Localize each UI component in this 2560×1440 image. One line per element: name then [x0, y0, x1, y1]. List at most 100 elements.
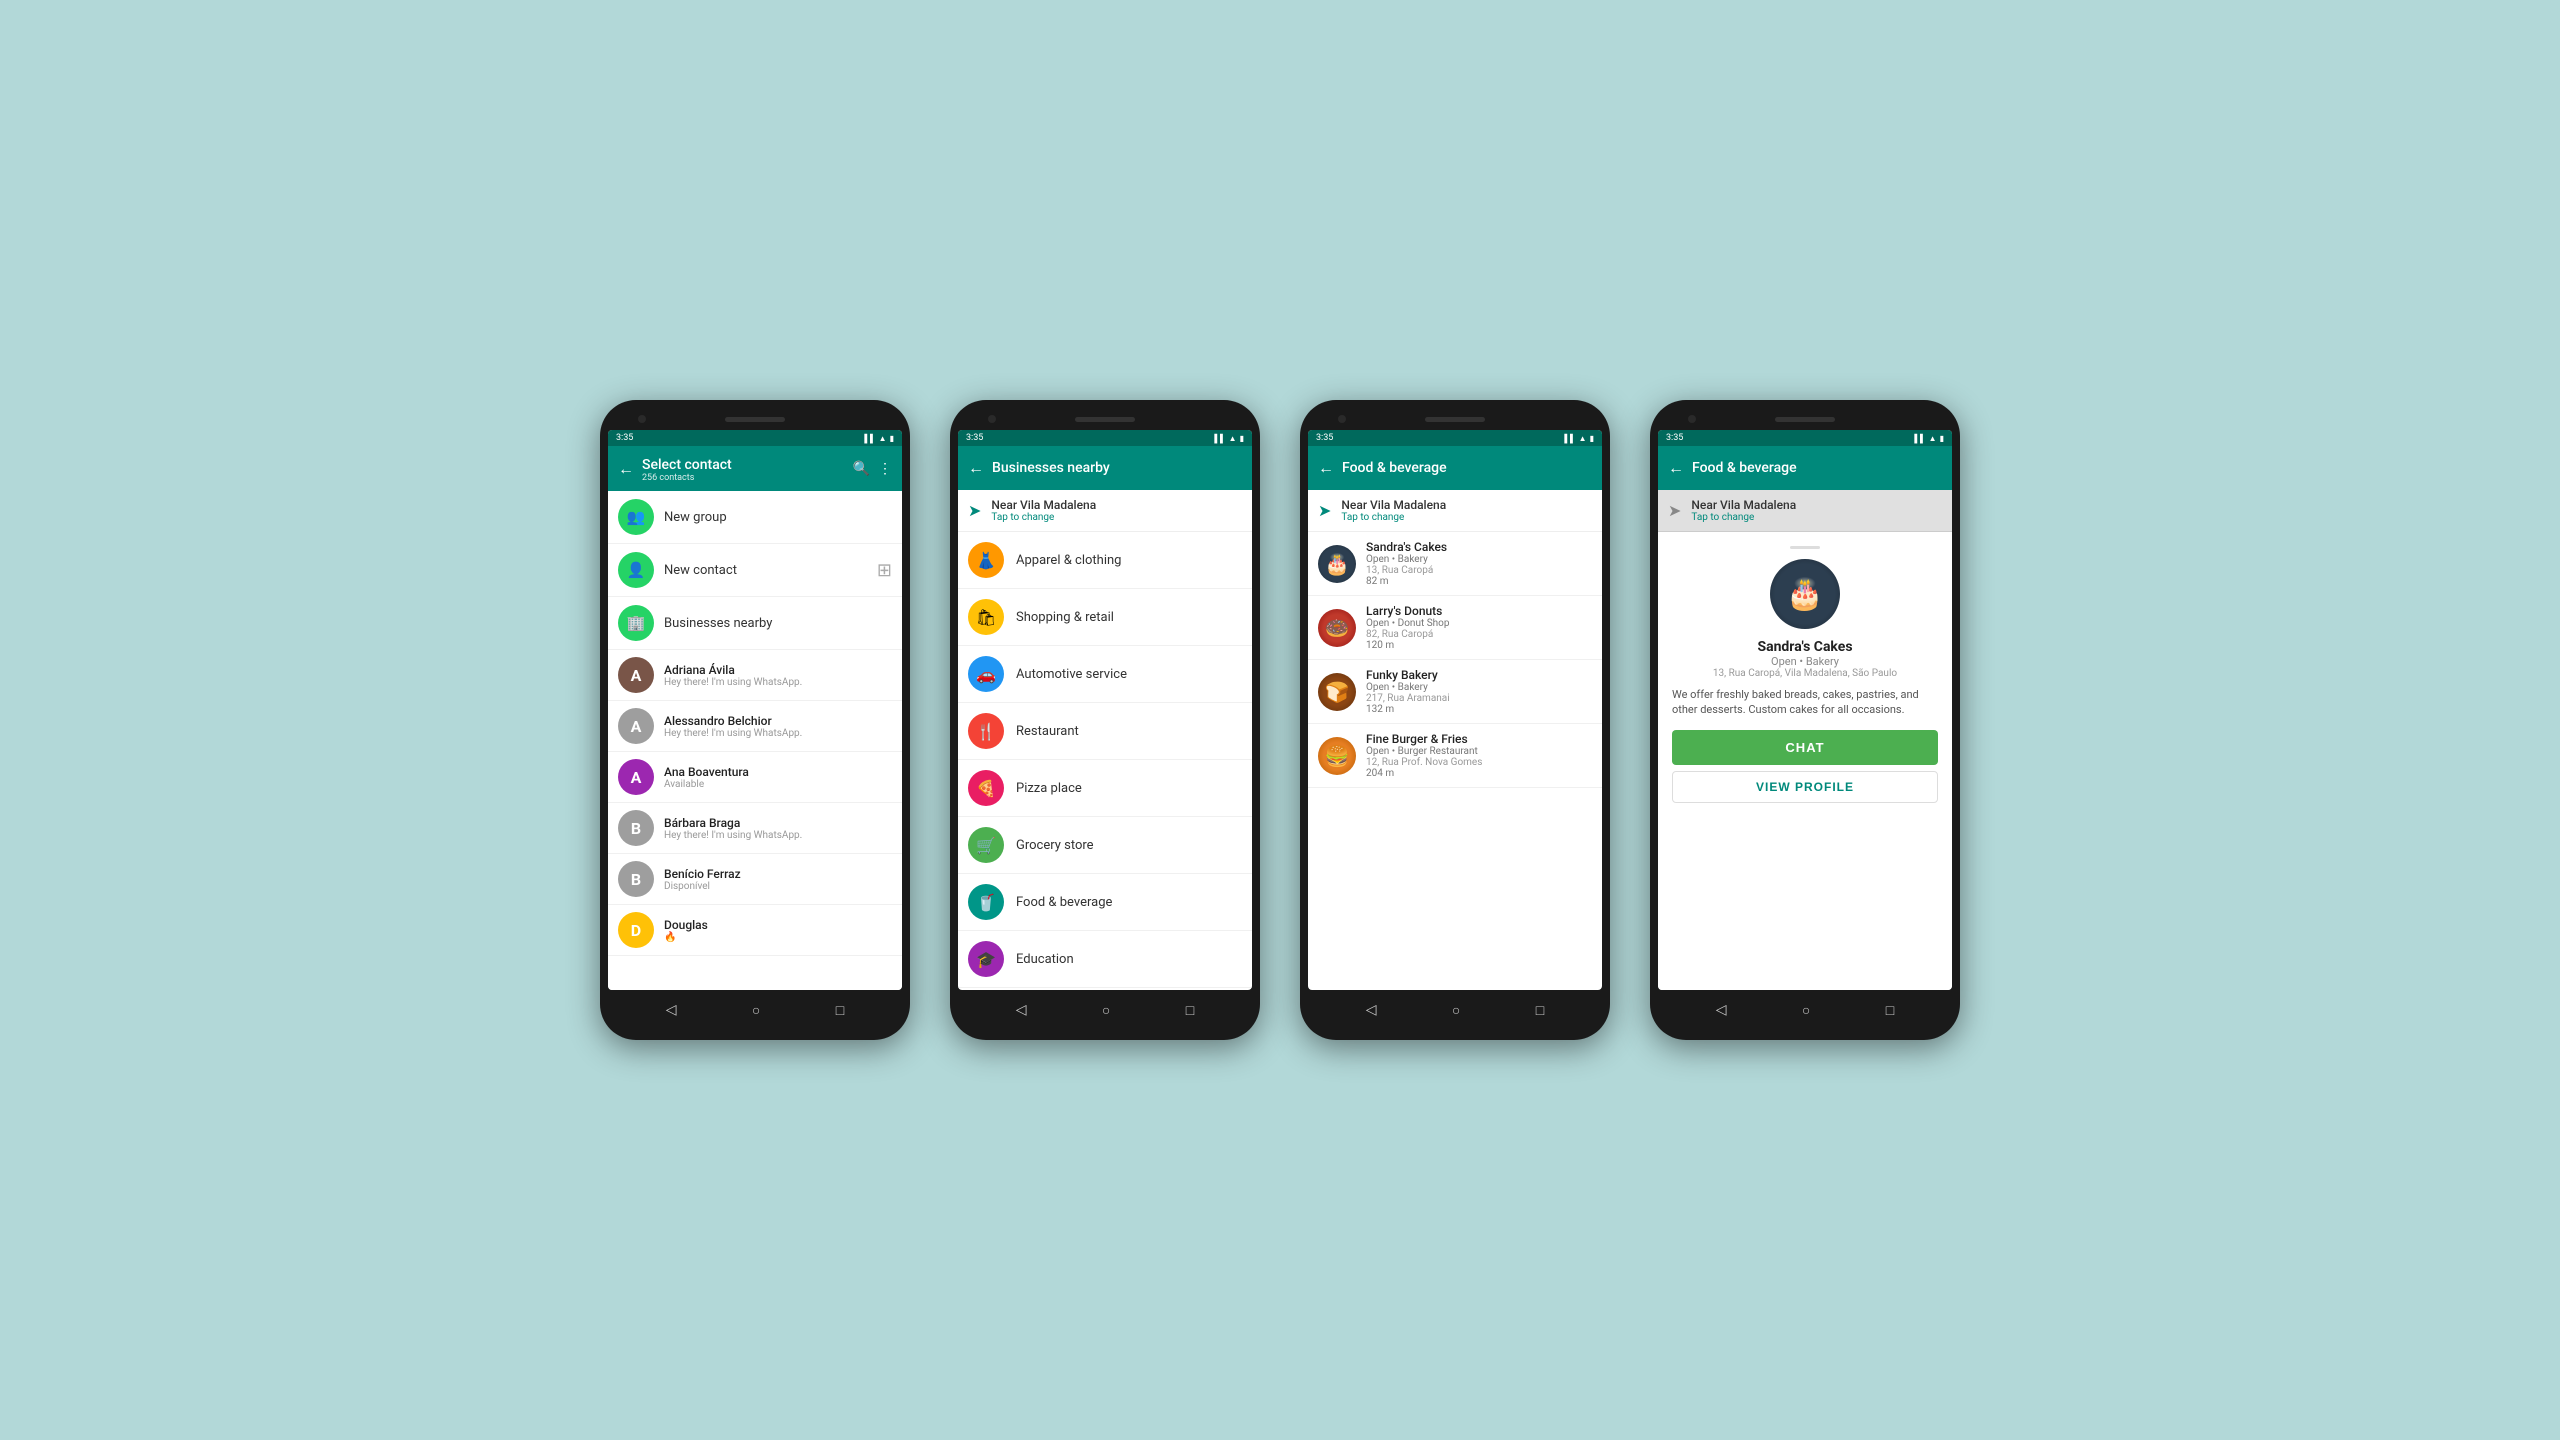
pizza-label: Pizza place [1016, 781, 1082, 796]
phone-1: 3:35 ▌▌ ▲ ▮ ← Select contact 256 contact… [600, 400, 910, 1040]
contact-item-benicio[interactable]: B Benício Ferraz Disponível [608, 854, 902, 905]
location-icon-2: ➤ [968, 501, 981, 520]
battery-icon-4: ▮ [1940, 434, 1944, 443]
businesses-nearby-item[interactable]: 🏢 Businesses nearby [608, 597, 902, 650]
location-name-2: Near Vila Madalena [991, 498, 1096, 512]
food-icon: 🥤 [968, 884, 1004, 920]
contact-item-alessandro[interactable]: A Alessandro Belchior Hey there! I'm usi… [608, 701, 902, 752]
wifi-icon-1: ▲ [879, 434, 887, 443]
drag-handle [1790, 546, 1820, 549]
avatar-barbara: B [618, 810, 654, 846]
pizza-icon: 🍕 [968, 770, 1004, 806]
new-contact-item[interactable]: 👤 New contact ⊞ [608, 544, 902, 597]
contact-info-ana: Ana Boaventura Available [664, 765, 892, 790]
status-bar-2: 3:35 ▌▌ ▲ ▮ [958, 430, 1252, 446]
location-header-3[interactable]: ➤ Near Vila Madalena Tap to change [1308, 490, 1602, 532]
location-header-4[interactable]: ➤ Near Vila Madalena Tap to change [1658, 490, 1952, 532]
businesses-nearby-label: Businesses nearby [664, 616, 772, 631]
grocery-icon: 🛒 [968, 827, 1004, 863]
phone-camera-4 [1688, 415, 1696, 423]
location-info-4: Near Vila Madalena Tap to change [1691, 498, 1796, 523]
location-header-2[interactable]: ➤ Near Vila Madalena Tap to change [958, 490, 1252, 532]
home-nav-3[interactable]: ○ [1452, 1002, 1460, 1019]
chat-button[interactable]: CHAT [1672, 730, 1938, 765]
contact-info-douglas: Douglas 🔥 [664, 918, 892, 943]
avatar-douglas: D [618, 912, 654, 948]
back-button-3[interactable]: ← [1318, 458, 1334, 478]
new-contact-icon: 👤 [618, 552, 654, 588]
biz-item-sandras[interactable]: 🎂 Sandra's Cakes Open • Bakery 13, Rua C… [1308, 532, 1602, 596]
status-bar-4: 3:35 ▌▌ ▲ ▮ [1658, 430, 1952, 446]
app-header-3: ← Food & beverage [1308, 446, 1602, 490]
automotive-icon: 🚗 [968, 656, 1004, 692]
biz-info-sandras: Sandra's Cakes Open • Bakery 13, Rua Car… [1366, 540, 1592, 587]
category-pizza[interactable]: 🍕 Pizza place [958, 760, 1252, 817]
phone-camera-3 [1338, 415, 1346, 423]
nav-bar-4: ◁ ○ □ [1658, 990, 1952, 1030]
recents-nav-1[interactable]: □ [836, 1002, 844, 1019]
grocery-label: Grocery store [1016, 838, 1094, 853]
contact-item-douglas[interactable]: D Douglas 🔥 [608, 905, 902, 956]
biz-item-larrys[interactable]: 🍩 Larry's Donuts Open • Donut Shop 82, R… [1308, 596, 1602, 660]
nav-bar-2: ◁ ○ □ [958, 990, 1252, 1030]
shopping-label: Shopping & retail [1016, 610, 1114, 625]
biz-item-fineburguer[interactable]: 🍔 Fine Burger & Fries Open • Burger Rest… [1308, 724, 1602, 788]
detail-biz-name: Sandra's Cakes [1757, 639, 1852, 655]
category-education[interactable]: 🎓 Education [958, 931, 1252, 988]
status-icons-2: ▌▌ ▲ ▮ [1214, 434, 1244, 443]
recents-nav-4[interactable]: □ [1886, 1002, 1894, 1019]
businesses-nearby-icon: 🏢 [618, 605, 654, 641]
avatar-benicio: B [618, 861, 654, 897]
back-nav-1[interactable]: ◁ [666, 1002, 677, 1018]
contact-item-adriana[interactable]: A Adriana Ávila Hey there! I'm using Wha… [608, 650, 902, 701]
status-bar-3: 3:35 ▌▌ ▲ ▮ [1308, 430, 1602, 446]
automotive-label: Automotive service [1016, 667, 1127, 682]
location-action-4: Tap to change [1691, 512, 1796, 523]
home-nav-2[interactable]: ○ [1102, 1002, 1110, 1019]
avatar-alessandro: A [618, 708, 654, 744]
battery-icon-1: ▮ [890, 434, 894, 443]
phone-screen-2: 3:35 ▌▌ ▲ ▮ ← Businesses nearby ➤ Near V… [958, 430, 1252, 990]
restaurant-label: Restaurant [1016, 724, 1079, 739]
location-name-3: Near Vila Madalena [1341, 498, 1446, 512]
back-nav-4[interactable]: ◁ [1716, 1002, 1727, 1018]
time-1: 3:35 [616, 433, 633, 443]
category-automotive[interactable]: 🚗 Automotive service [958, 646, 1252, 703]
recents-nav-2[interactable]: □ [1186, 1002, 1194, 1019]
search-icon-1[interactable]: 🔍 [853, 461, 870, 477]
phone-speaker-1 [725, 417, 785, 422]
back-button-1[interactable]: ← [618, 459, 634, 479]
avatar-ana: A [618, 759, 654, 795]
qr-icon[interactable]: ⊞ [877, 560, 892, 581]
home-nav-4[interactable]: ○ [1802, 1002, 1810, 1019]
new-group-item[interactable]: 👥 New group [608, 491, 902, 544]
back-nav-3[interactable]: ◁ [1366, 1002, 1377, 1018]
view-profile-button[interactable]: VIEW PROFILE [1672, 771, 1938, 803]
phone-screen-4: 3:35 ▌▌ ▲ ▮ ← Food & beverage ➤ Near Vil… [1658, 430, 1952, 990]
category-restaurant[interactable]: 🍴 Restaurant [958, 703, 1252, 760]
contact-list-1: 👥 New group 👤 New contact ⊞ 🏢 Businesses… [608, 491, 902, 990]
recents-nav-3[interactable]: □ [1536, 1002, 1544, 1019]
category-apparel[interactable]: 👗 Apparel & clothing [958, 532, 1252, 589]
back-button-2[interactable]: ← [968, 458, 984, 478]
phone-camera-2 [988, 415, 996, 423]
biz-item-funky[interactable]: 🍞 Funky Bakery Open • Bakery 217, Rua Ar… [1308, 660, 1602, 724]
category-food[interactable]: 🥤 Food & beverage [958, 874, 1252, 931]
biz-avatar-larrys: 🍩 [1318, 609, 1356, 647]
more-icon-1[interactable]: ⋮ [878, 461, 892, 477]
new-group-icon: 👥 [618, 499, 654, 535]
home-nav-1[interactable]: ○ [752, 1002, 760, 1019]
location-info-3: Near Vila Madalena Tap to change [1341, 498, 1446, 523]
nav-bar-1: ◁ ○ □ [608, 990, 902, 1030]
back-nav-2[interactable]: ◁ [1016, 1002, 1027, 1018]
category-shopping[interactable]: 🛍 Shopping & retail [958, 589, 1252, 646]
apparel-icon: 👗 [968, 542, 1004, 578]
back-button-4[interactable]: ← [1668, 458, 1684, 478]
time-4: 3:35 [1666, 433, 1683, 443]
signal-icon-1: ▌▌ [864, 434, 875, 443]
contact-item-ana[interactable]: A Ana Boaventura Available [608, 752, 902, 803]
contact-info-barbara: Bárbara Braga Hey there! I'm using Whats… [664, 816, 892, 841]
category-grocery[interactable]: 🛒 Grocery store [958, 817, 1252, 874]
page-title-3: Food & beverage [1342, 460, 1592, 476]
contact-item-barbara[interactable]: B Bárbara Braga Hey there! I'm using Wha… [608, 803, 902, 854]
